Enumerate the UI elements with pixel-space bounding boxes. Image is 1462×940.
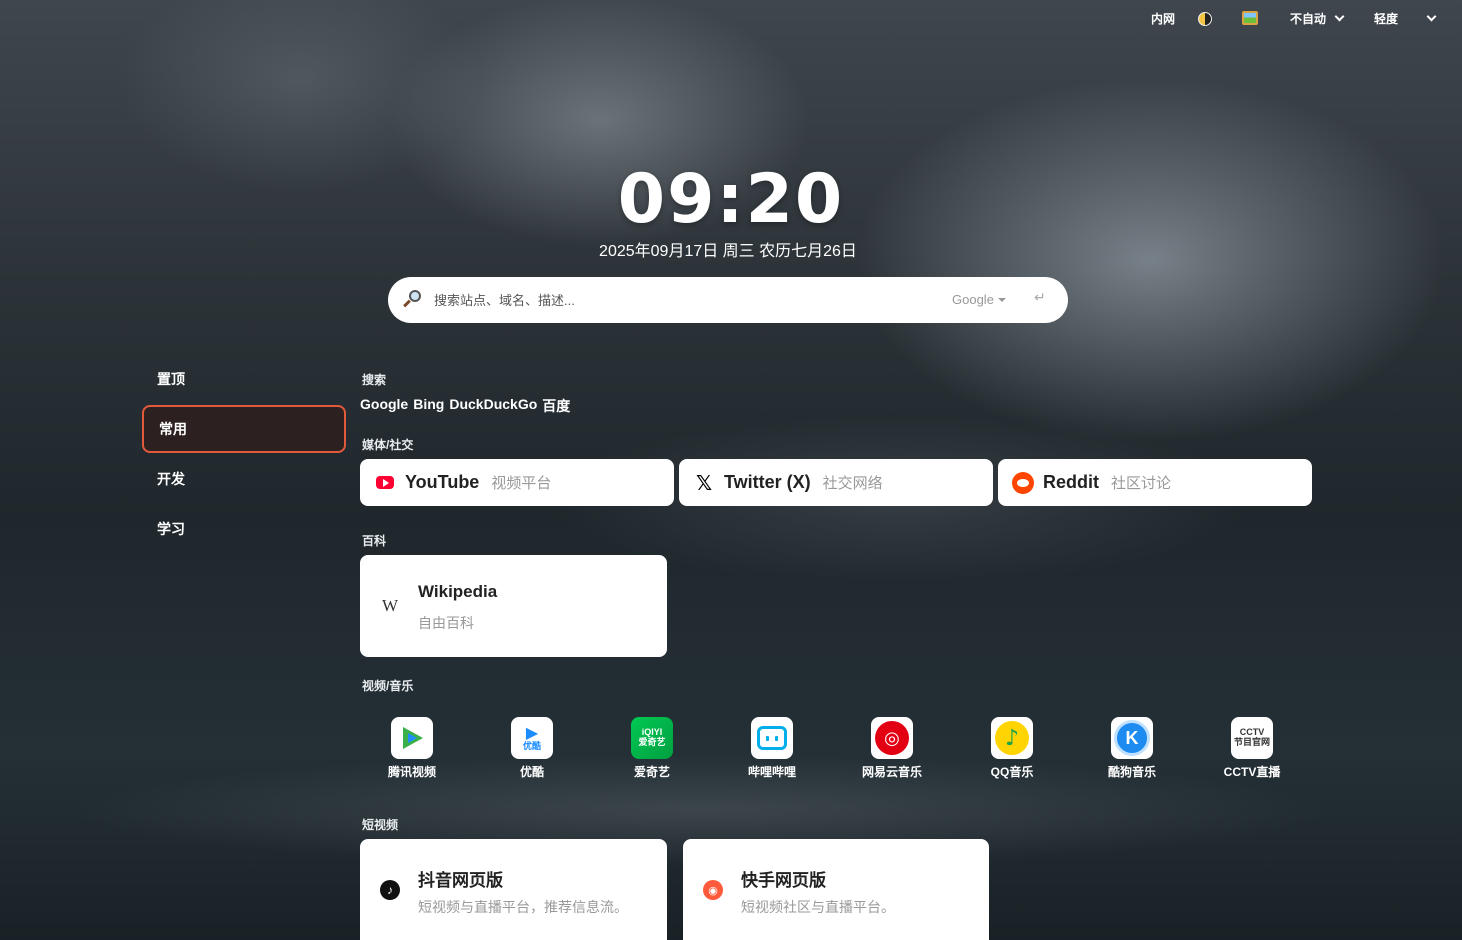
app-youku[interactable]: ▶ 优酷 优酷 xyxy=(472,717,592,780)
link-bing[interactable]: Bing xyxy=(413,396,444,416)
sidebar-item-label: 常用 xyxy=(159,421,187,437)
auto-label: 不自动 xyxy=(1290,12,1327,26)
netease-music-icon: ◎ xyxy=(871,717,913,759)
search-bar[interactable]: Google ↵ xyxy=(388,277,1068,323)
card-name: Twitter (X) xyxy=(724,472,811,492)
card-desc: 自由百科 xyxy=(418,615,474,631)
app-tencent-video[interactable]: 腾讯视频 xyxy=(352,717,472,780)
card-kuaishou[interactable]: ◉ 快手网页版 短视频社区与直播平台。 xyxy=(683,839,989,940)
level-dropdown[interactable]: 轻度 xyxy=(1374,10,1437,27)
sidebar-item-label: 开发 xyxy=(157,471,185,487)
card-name: 抖音网页版 xyxy=(418,871,503,890)
cctv-icon: CCTV 节目官网 xyxy=(1231,717,1273,759)
card-douyin[interactable]: ♪ 抖音网页版 短视频与直播平台，推荐信息流。 xyxy=(360,839,667,940)
app-iqiyi[interactable]: iQIYI 爱奇艺 爱奇艺 xyxy=(592,717,712,780)
caret-down-icon xyxy=(997,297,1006,302)
link-google[interactable]: Google xyxy=(360,396,408,416)
youku-icon: ▶ 优酷 xyxy=(511,717,553,759)
card-desc: 短视频与直播平台，推荐信息流。 xyxy=(418,899,628,915)
youtube-icon xyxy=(374,471,396,494)
link-duckduckgo[interactable]: DuckDuckGo xyxy=(449,396,537,416)
card-desc: 社区讨论 xyxy=(1111,475,1172,492)
app-label: 网易云音乐 xyxy=(861,765,922,779)
tencent-video-icon xyxy=(391,717,433,759)
section-title-wiki: 百科 xyxy=(362,534,387,548)
sidebar-item-label: 学习 xyxy=(157,521,185,537)
iqiyi-icon: iQIYI 爱奇艺 xyxy=(631,717,673,759)
card-youtube[interactable]: YouTube 视频平台 xyxy=(360,459,674,506)
search-engine-select[interactable]: Google xyxy=(952,292,1006,307)
clock-time: 09:20 xyxy=(617,160,845,239)
chevron-down-icon xyxy=(1426,11,1437,22)
picture-icon[interactable] xyxy=(1242,11,1258,25)
card-name: Reddit xyxy=(1043,472,1099,492)
search-input[interactable] xyxy=(434,289,914,311)
card-name: YouTube xyxy=(405,472,480,492)
enter-icon[interactable]: ↵ xyxy=(1034,289,1046,306)
wikipedia-icon: W xyxy=(381,596,399,615)
sidebar-item-label: 置顶 xyxy=(157,371,185,387)
magnifier-icon xyxy=(402,289,422,309)
chevron-down-icon xyxy=(1334,11,1345,22)
app-label: 优酷 xyxy=(519,765,544,779)
douyin-icon: ♪ xyxy=(380,880,400,900)
link-baidu[interactable]: 百度 xyxy=(542,396,570,416)
qq-music-icon: ♪ xyxy=(991,717,1033,759)
card-desc: 视频平台 xyxy=(491,475,552,492)
sidebar-item-pinned[interactable]: 置顶 xyxy=(142,355,346,403)
card-name: 快手网页版 xyxy=(741,871,826,890)
app-kugou[interactable]: K 酷狗音乐 xyxy=(1072,717,1192,780)
section-title-media: 视频/音乐 xyxy=(362,679,414,693)
kugou-icon: K xyxy=(1111,717,1153,759)
card-name: Wikipedia xyxy=(418,582,498,601)
section-title-search: 搜索 xyxy=(362,373,387,387)
sidebar-item-study[interactable]: 学习 xyxy=(142,505,346,553)
half-moon-icon[interactable] xyxy=(1198,12,1212,26)
kuaishou-icon: ◉ xyxy=(703,880,723,900)
card-desc: 社交网络 xyxy=(822,475,883,492)
app-label: 酷狗音乐 xyxy=(1107,765,1156,779)
app-label: 腾讯视频 xyxy=(387,765,436,779)
bilibili-icon xyxy=(751,717,793,759)
sidebar-item-common[interactable]: 常用 xyxy=(142,405,346,453)
app-label: 爱奇艺 xyxy=(633,765,670,779)
network-toggle[interactable]: 内网 xyxy=(1151,10,1175,27)
section-title-social: 媒体/社交 xyxy=(362,438,414,452)
category-sidebar: 置顶 常用 开发 学习 xyxy=(142,355,346,555)
card-twitter[interactable]: 𝕏 Twitter (X) 社交网络 xyxy=(679,459,993,506)
app-bilibili[interactable]: 哔哩哔哩 xyxy=(712,717,832,780)
clock-date: 2025年09月17日 周三 农历七月26日 xyxy=(599,243,857,260)
x-icon: 𝕏 xyxy=(695,470,713,495)
app-cctv[interactable]: CCTV 节目官网 CCTV直播 xyxy=(1192,717,1312,780)
sidebar-item-dev[interactable]: 开发 xyxy=(142,455,346,503)
app-netease-music[interactable]: ◎ 网易云音乐 xyxy=(832,717,952,780)
reddit-icon xyxy=(1012,471,1034,494)
search-links: Google Bing DuckDuckGo 百度 xyxy=(360,396,570,416)
section-title-short-video: 短视频 xyxy=(362,818,399,832)
app-label: CCTV直播 xyxy=(1223,765,1281,779)
media-app-grid: 腾讯视频 ▶ 优酷 优酷 iQIYI 爱奇艺 爱奇艺 哔哩哔哩 ◎ 网易云音乐 ♪ … xyxy=(352,717,1312,780)
card-desc: 短视频社区与直播平台。 xyxy=(741,899,895,915)
app-label: QQ音乐 xyxy=(990,765,1034,779)
app-qq-music[interactable]: ♪ QQ音乐 xyxy=(952,717,1072,780)
card-reddit[interactable]: Reddit 社区讨论 xyxy=(998,459,1312,506)
auto-dropdown[interactable]: 不自动 xyxy=(1290,10,1345,27)
card-wikipedia[interactable]: W Wikipedia 自由百科 xyxy=(360,555,667,657)
level-label: 轻度 xyxy=(1374,12,1399,26)
app-label: 哔哩哔哩 xyxy=(747,765,796,779)
search-engine-label: Google xyxy=(952,292,994,307)
